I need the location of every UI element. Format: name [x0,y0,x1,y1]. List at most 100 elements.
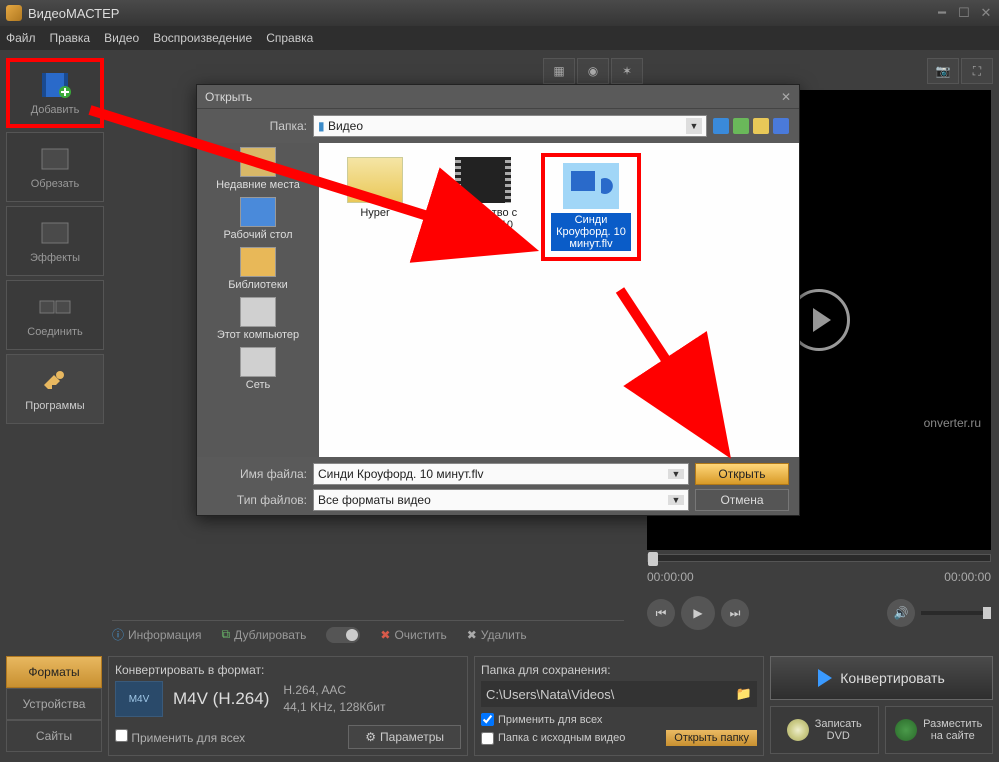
effects-icon [38,219,72,247]
format-name[interactable]: M4V (H.264) [173,689,269,709]
format-panel: Конвертировать в формат: M4V M4V (H.264)… [108,656,468,756]
folder-label: Папка: [207,119,307,133]
newfolder-icon[interactable] [753,118,769,134]
chevron-down-icon[interactable]: ▼ [686,118,702,134]
save-to-label: Папка для сохранения: [481,663,757,677]
frame-icon[interactable]: ▦ [543,58,575,84]
play-button[interactable]: ▶ [681,596,715,630]
prev-button[interactable]: ⏮ [647,599,675,627]
folder-combo[interactable]: ▮ Видео ▼ [313,115,707,137]
film-folder-icon [455,157,511,203]
maximize-icon[interactable]: ☐ [957,6,971,20]
menu-edit[interactable]: Правка [50,31,91,45]
toggle-switch[interactable] [326,627,360,643]
file-folder-hyper[interactable]: Hyper [329,157,421,219]
minimize-icon[interactable]: ━ [935,6,949,20]
sidebar-add-button[interactable]: Добавить [6,58,104,128]
timeline-knob[interactable] [648,552,658,566]
delete-button[interactable]: ✖Удалить [467,628,527,642]
filename-label: Имя файла: [207,467,307,481]
format-badge-icon: M4V [115,681,163,717]
key-icon [38,367,72,395]
open-folder-button[interactable]: Открыть папку [666,730,757,746]
watermark-text: onverter.ru [924,416,981,430]
titlebar: ВидеоМАСТЕР ━ ☐ ✕ [0,0,999,26]
dialog-cancel-button[interactable]: Отмена [695,489,789,511]
dialog-close-icon[interactable]: ✕ [781,90,791,104]
globe-icon [895,719,917,741]
apply-all-checkbox[interactable]: Применить для всех [115,729,245,745]
info-button[interactable]: ⓘИнформация [112,626,202,643]
menu-help[interactable]: Справка [266,31,313,45]
place-network[interactable]: Сеть [240,347,276,391]
chevron-down-icon[interactable]: ▼ [668,469,684,479]
volume-slider[interactable] [921,611,991,615]
burn-dvd-button[interactable]: Записать DVD [770,706,879,754]
src-folder-checkbox[interactable]: Папка с исходным видео [481,732,625,745]
format-details: H.264, AAC44,1 KHz, 128Кбит [279,682,385,716]
sidebar-programs-button[interactable]: Программы [6,354,104,424]
params-button[interactable]: ⚙Параметры [348,725,461,749]
film-crop-icon [38,145,72,173]
sidebar-join-label: Соединить [27,326,83,338]
volume-icon[interactable]: 🔊 [887,599,915,627]
sidebar-effects-label: Эффекты [30,252,80,264]
save-path[interactable]: C:\Users\Nata\Videos\ 📁 [481,681,757,707]
dialog-file-area[interactable]: Hyper Знакомство с Windows 10 Синди Кроу… [319,143,799,457]
place-recent[interactable]: Недавние места [216,147,300,191]
sidebar: Добавить Обрезать Эффекты Соединить Прог… [6,58,104,428]
folder-icon[interactable]: 📁 [736,686,752,702]
list-toolbar: ⓘИнформация ⧉Дублировать ✖Очистить ✖Удал… [112,620,624,646]
menu-file[interactable]: Файл [6,31,36,45]
time-end: 00:00:00 [944,570,991,584]
back-icon[interactable] [713,118,729,134]
place-desktop[interactable]: Рабочий стол [223,197,292,241]
dialog-places: Недавние места Рабочий стол Библиотеки Э… [197,143,319,457]
up-icon[interactable] [733,118,749,134]
sidebar-add-label: Добавить [31,104,80,116]
sidebar-crop-button[interactable]: Обрезать [6,132,104,202]
filetype-label: Тип файлов: [207,493,307,507]
publish-button[interactable]: Разместить на сайте [885,706,994,754]
menu-bar: Файл Правка Видео Воспроизведение Справк… [0,26,999,50]
app-title: ВидеоМАСТЕР [28,6,119,21]
duplicate-button[interactable]: ⧉Дублировать [222,627,307,642]
time-start: 00:00:00 [647,570,694,584]
menu-video[interactable]: Видео [104,31,139,45]
filename-input[interactable]: Синди Кроуфорд. 10 минут.flv▼ [313,463,689,485]
tab-devices[interactable]: Устройства [6,688,102,720]
preview-toolstrip: ▦ ◉ ✶ [543,58,643,84]
film-add-icon [38,71,72,99]
menu-play[interactable]: Воспроизведение [153,31,252,45]
clear-button[interactable]: ✖Очистить [380,628,446,642]
convert-button[interactable]: Конвертировать [770,656,993,700]
place-libraries[interactable]: Библиотеки [228,247,288,291]
dialog-open-button[interactable]: Открыть [695,463,789,485]
folder-icon [347,157,403,203]
next-button[interactable]: ⏭ [721,599,749,627]
fullscreen-icon[interactable]: ⛶ [961,58,993,84]
save-panel: Папка для сохранения: C:\Users\Nata\Vide… [474,656,764,756]
sidebar-join-button[interactable]: Соединить [6,280,104,350]
snapshot-icon[interactable]: 📷 [927,58,959,84]
sidebar-effects-button[interactable]: Эффекты [6,206,104,276]
views-icon[interactable] [773,118,789,134]
sidebar-crop-label: Обрезать [31,178,80,190]
dvd-icon [787,719,809,741]
chevron-down-icon[interactable]: ▼ [668,495,684,505]
app-logo [6,5,22,21]
file-selected-video[interactable]: Синди Кроуфорд. 10 минут.flv [545,157,637,257]
format-heading: Конвертировать в формат: [115,663,461,677]
place-computer[interactable]: Этот компьютер [217,297,299,341]
gear-icon: ⚙ [365,730,376,744]
brightness-icon[interactable]: ✶ [611,58,643,84]
camera-icon[interactable]: ◉ [577,58,609,84]
apply-all-save-checkbox[interactable]: Применить для всех [481,713,757,726]
tab-sites[interactable]: Сайты [6,720,102,752]
close-icon[interactable]: ✕ [979,6,993,20]
file-folder-windows10[interactable]: Знакомство с Windows 10 [437,157,529,231]
tab-formats[interactable]: Форматы [6,656,102,688]
open-dialog: Открыть ✕ Папка: ▮ Видео ▼ Недавние мест… [196,84,800,516]
dialog-title: Открыть [205,90,252,104]
filetype-combo[interactable]: Все форматы видео▼ [313,489,689,511]
